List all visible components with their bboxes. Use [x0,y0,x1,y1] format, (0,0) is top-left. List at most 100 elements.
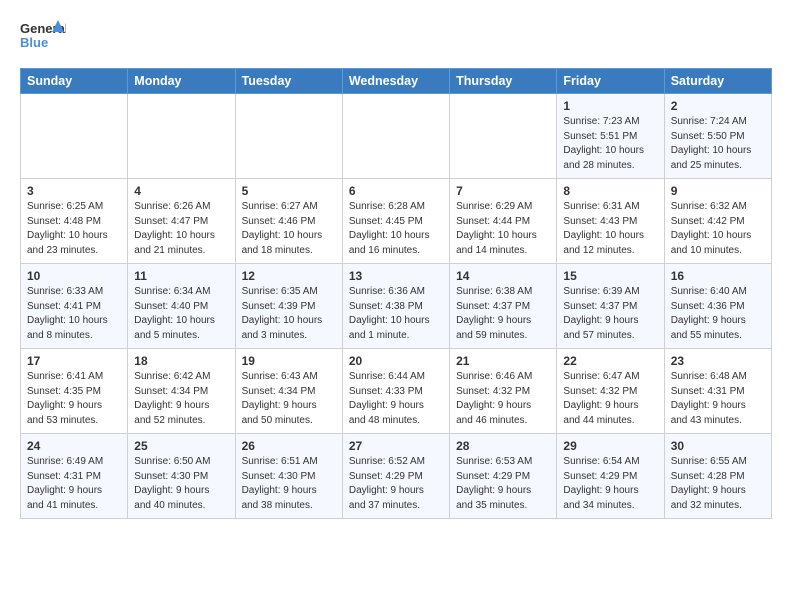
day-info: Sunrise: 6:28 AM Sunset: 4:45 PM Dayligh… [349,200,443,258]
calendar-cell [450,94,557,179]
calendar-cell: 3Sunrise: 6:25 AM Sunset: 4:48 PM Daylig… [21,179,128,264]
calendar-cell: 27 Sunrise: 6:52 AM Sunset: 4:29 PM Dayli… [342,434,449,519]
day-number: 23 [671,354,765,368]
day-number: 14 [456,269,550,283]
day-number: 2 [671,99,765,113]
day-info: Sunrise: 6:40 AM Sunset: 4:36 PM Dayligh… [671,285,765,343]
calendar-cell: 1Sunrise: 7:23 AM Sunset: 5:51 PM Daylig… [557,94,664,179]
day-info: Sunrise: 6:44 AM Sunset: 4:33 PM Dayligh… [349,370,443,428]
day-number: 21 [456,354,550,368]
day-number: 8 [563,184,657,198]
calendar-cell: 28 Sunrise: 6:53 AM Sunset: 4:29 PM Dayli… [450,434,557,519]
calendar-cell: 26 Sunrise: 6:51 AM Sunset: 4:30 PM Dayli… [235,434,342,519]
calendar-cell: 4 Sunrise: 6:26 AM Sunset: 4:47 PM Daylig… [128,179,235,264]
day-number: 13 [349,269,443,283]
day-number: 20 [349,354,443,368]
day-number: 10 [27,269,121,283]
calendar-cell: 30 Sunrise: 6:55 AM Sunset: 4:28 PM Dayli… [664,434,771,519]
day-info: Sunrise: 6:54 AM Sunset: 4:29 PM Dayligh… [563,455,657,513]
day-info: Sunrise: 6:55 AM Sunset: 4:28 PM Dayligh… [671,455,765,513]
day-header-sunday: Sunday [21,69,128,94]
calendar-week-row: 24 Sunrise: 6:49 AM Sunset: 4:31 PM Dayli… [21,434,772,519]
day-info: Sunrise: 6:33 AM Sunset: 4:41 PM Dayligh… [27,285,121,343]
day-info: Sunrise: 6:41 AM Sunset: 4:35 PM Dayligh… [27,370,121,428]
day-number: 18 [134,354,228,368]
day-number: 30 [671,439,765,453]
logo-svg: General Blue [20,18,66,54]
header: General Blue [20,18,772,54]
calendar-cell: 12 Sunrise: 6:35 AM Sunset: 4:39 PM Dayli… [235,264,342,349]
calendar-cell [128,94,235,179]
day-number: 7 [456,184,550,198]
day-header-wednesday: Wednesday [342,69,449,94]
calendar-cell: 6 Sunrise: 6:28 AM Sunset: 4:45 PM Daylig… [342,179,449,264]
day-number: 25 [134,439,228,453]
day-info: Sunrise: 6:35 AM Sunset: 4:39 PM Dayligh… [242,285,336,343]
calendar-cell: 16 Sunrise: 6:40 AM Sunset: 4:36 PM Dayli… [664,264,771,349]
calendar-cell: 24 Sunrise: 6:49 AM Sunset: 4:31 PM Dayli… [21,434,128,519]
day-number: 11 [134,269,228,283]
day-info: Sunrise: 6:34 AM Sunset: 4:40 PM Dayligh… [134,285,228,343]
day-info: Sunrise: 7:23 AM Sunset: 5:51 PM Dayligh… [563,115,657,173]
calendar-week-row: 3Sunrise: 6:25 AM Sunset: 4:48 PM Daylig… [21,179,772,264]
day-number: 4 [134,184,228,198]
day-header-tuesday: Tuesday [235,69,342,94]
calendar-cell: 5Sunrise: 6:27 AM Sunset: 4:46 PM Daylig… [235,179,342,264]
day-info: Sunrise: 6:50 AM Sunset: 4:30 PM Dayligh… [134,455,228,513]
day-info: Sunrise: 6:38 AM Sunset: 4:37 PM Dayligh… [456,285,550,343]
calendar-cell: 18 Sunrise: 6:42 AM Sunset: 4:34 PM Dayli… [128,349,235,434]
calendar-cell: 13 Sunrise: 6:36 AM Sunset: 4:38 PM Dayli… [342,264,449,349]
calendar-cell: 11 Sunrise: 6:34 AM Sunset: 4:40 PM Dayli… [128,264,235,349]
day-number: 19 [242,354,336,368]
logo: General Blue [20,18,66,54]
calendar-cell [342,94,449,179]
day-info: Sunrise: 6:52 AM Sunset: 4:29 PM Dayligh… [349,455,443,513]
calendar-header-row: SundayMondayTuesdayWednesdayThursdayFrid… [21,69,772,94]
calendar-cell: 25 Sunrise: 6:50 AM Sunset: 4:30 PM Dayli… [128,434,235,519]
calendar-cell: 29Sunrise: 6:54 AM Sunset: 4:29 PM Dayli… [557,434,664,519]
day-header-thursday: Thursday [450,69,557,94]
day-info: Sunrise: 6:49 AM Sunset: 4:31 PM Dayligh… [27,455,121,513]
day-info: Sunrise: 6:42 AM Sunset: 4:34 PM Dayligh… [134,370,228,428]
calendar-table: SundayMondayTuesdayWednesdayThursdayFrid… [20,68,772,519]
day-info: Sunrise: 6:43 AM Sunset: 4:34 PM Dayligh… [242,370,336,428]
calendar-cell: 22 Sunrise: 6:47 AM Sunset: 4:32 PM Dayli… [557,349,664,434]
day-number: 26 [242,439,336,453]
calendar-cell [21,94,128,179]
day-info: Sunrise: 6:29 AM Sunset: 4:44 PM Dayligh… [456,200,550,258]
svg-text:Blue: Blue [20,35,48,50]
calendar-cell: 21Sunrise: 6:46 AM Sunset: 4:32 PM Dayli… [450,349,557,434]
calendar-cell: 23 Sunrise: 6:48 AM Sunset: 4:31 PM Dayli… [664,349,771,434]
day-number: 28 [456,439,550,453]
day-info: Sunrise: 6:26 AM Sunset: 4:47 PM Dayligh… [134,200,228,258]
day-number: 3 [27,184,121,198]
day-number: 5 [242,184,336,198]
calendar-cell: 14 Sunrise: 6:38 AM Sunset: 4:37 PM Dayli… [450,264,557,349]
day-number: 22 [563,354,657,368]
calendar-cell [235,94,342,179]
day-header-monday: Monday [128,69,235,94]
day-number: 24 [27,439,121,453]
calendar-cell: 10 Sunrise: 6:33 AM Sunset: 4:41 PM Dayli… [21,264,128,349]
day-number: 12 [242,269,336,283]
day-info: Sunrise: 6:31 AM Sunset: 4:43 PM Dayligh… [563,200,657,258]
day-number: 16 [671,269,765,283]
day-header-saturday: Saturday [664,69,771,94]
day-info: Sunrise: 6:53 AM Sunset: 4:29 PM Dayligh… [456,455,550,513]
day-info: Sunrise: 6:32 AM Sunset: 4:42 PM Dayligh… [671,200,765,258]
day-header-friday: Friday [557,69,664,94]
day-info: Sunrise: 6:36 AM Sunset: 4:38 PM Dayligh… [349,285,443,343]
calendar-week-row: 17Sunrise: 6:41 AM Sunset: 4:35 PM Dayli… [21,349,772,434]
day-info: Sunrise: 6:48 AM Sunset: 4:31 PM Dayligh… [671,370,765,428]
day-number: 9 [671,184,765,198]
day-info: Sunrise: 6:47 AM Sunset: 4:32 PM Dayligh… [563,370,657,428]
calendar-week-row: 1Sunrise: 7:23 AM Sunset: 5:51 PM Daylig… [21,94,772,179]
day-number: 15 [563,269,657,283]
day-number: 6 [349,184,443,198]
day-info: Sunrise: 6:39 AM Sunset: 4:37 PM Dayligh… [563,285,657,343]
calendar-cell: 15 Sunrise: 6:39 AM Sunset: 4:37 PM Dayli… [557,264,664,349]
day-number: 27 [349,439,443,453]
day-info: Sunrise: 6:51 AM Sunset: 4:30 PM Dayligh… [242,455,336,513]
day-info: Sunrise: 7:24 AM Sunset: 5:50 PM Dayligh… [671,115,765,173]
calendar-cell: 8 Sunrise: 6:31 AM Sunset: 4:43 PM Daylig… [557,179,664,264]
